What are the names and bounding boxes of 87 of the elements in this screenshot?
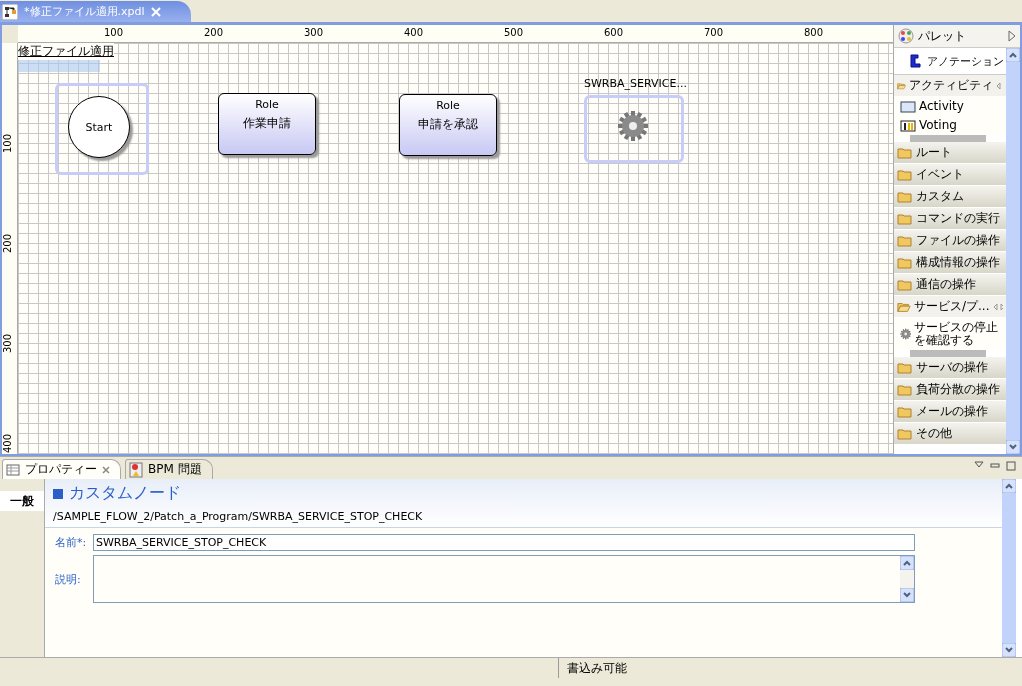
palette-drawer[interactable]: ルート: [894, 142, 1006, 164]
palette-drawer[interactable]: その他: [894, 423, 1006, 445]
role-node[interactable]: Role 申請を承認: [399, 94, 497, 156]
lane-label: 修正ファイル適用: [18, 43, 114, 60]
palette-drawer[interactable]: サービス/プ...: [894, 296, 1006, 318]
panel-tab[interactable]: BPM 問題: [125, 459, 213, 479]
folder-icon: [897, 146, 913, 159]
ruler-label: 200: [2, 233, 14, 254]
scrollbar[interactable]: [1002, 479, 1016, 657]
palette-drawer[interactable]: アクティビティ: [894, 75, 1006, 97]
folder-icon: [897, 256, 913, 269]
folder-icon: [897, 234, 913, 247]
node-name: SWRBA_SERVICE...: [584, 77, 687, 90]
folder-icon: [897, 168, 913, 181]
minimize-icon[interactable]: [990, 461, 1000, 469]
node-name: 申請を承認: [418, 116, 478, 133]
scroll-down-icon[interactable]: [900, 588, 914, 602]
palette-drawer[interactable]: 負荷分散の操作: [894, 379, 1006, 401]
panel-tab[interactable]: プロパティー: [2, 459, 121, 479]
ruler-label: 600: [604, 27, 624, 38]
palette-drawer[interactable]: 通信の操作: [894, 274, 1006, 296]
folder-icon: [897, 190, 913, 203]
folder-icon: [897, 427, 913, 440]
node-path: /SAMPLE_FLOW_2/Patch_a_Program/SWRBA_SERVICE_STOP_CHECK: [53, 510, 424, 523]
maximize-icon[interactable]: [1006, 461, 1016, 471]
role-label: Role: [255, 98, 279, 111]
diagram-canvas[interactable]: 修正ファイル適用 Start Role 作業申請 Role 申請を承認 SWRBA_SERVICE...: [18, 43, 893, 454]
ruler-corner: [2, 25, 18, 43]
folder-icon: [897, 212, 913, 225]
palette-entry[interactable]: サービスの停止を確認する: [894, 318, 1006, 350]
section-title: カスタムノード: [69, 483, 181, 504]
palette-drawer[interactable]: 構成情報の操作: [894, 252, 1006, 274]
ruler-label: 400: [404, 27, 424, 38]
palette-drawer[interactable]: コマンドの実行: [894, 208, 1006, 230]
pin-icon[interactable]: [996, 81, 1003, 90]
voting-icon: [900, 119, 916, 132]
palette-drawer[interactable]: メールの操作: [894, 401, 1006, 423]
ruler-label: 300: [2, 333, 14, 354]
square-icon: [53, 488, 63, 499]
ruler-label: 100: [2, 133, 14, 154]
scrollbar[interactable]: [1006, 48, 1020, 454]
folder-icon: [897, 405, 913, 418]
palette-title: パレット: [918, 27, 967, 45]
role-node[interactable]: Role 作業申請: [218, 93, 316, 155]
problems-icon: [129, 461, 143, 478]
collapse-icon[interactable]: [1008, 30, 1016, 42]
palette-drawer[interactable]: サーバの操作: [894, 357, 1006, 379]
scroll-up-icon[interactable]: [1002, 479, 1016, 493]
folder-icon: [897, 361, 913, 374]
node-name: 作業申請: [243, 115, 291, 132]
status-text: 書込み可能: [567, 659, 627, 677]
close-icon[interactable]: [102, 465, 110, 474]
scroll-down-icon[interactable]: [1002, 643, 1016, 657]
diagram-icon: [2, 3, 18, 20]
field-label: 名前*:: [55, 535, 88, 550]
ruler-label: 100: [104, 27, 124, 38]
palette-entry[interactable]: Activity: [894, 97, 1006, 116]
name-field[interactable]: SWRBA_SERVICE_STOP_CHECK: [93, 534, 915, 551]
start-node[interactable]: Start: [68, 96, 130, 158]
view-menu-icon[interactable]: [974, 461, 984, 469]
palette-entry[interactable]: Voting: [894, 116, 1006, 135]
palette-icon: [898, 28, 914, 44]
folder-icon: [897, 278, 913, 291]
activity-icon: [900, 100, 916, 113]
description-field[interactable]: [93, 555, 915, 603]
scroll-up-icon[interactable]: [1006, 48, 1020, 62]
ruler-label: 800: [804, 27, 824, 38]
pin-icon[interactable]: [992, 302, 1003, 311]
ruler-label: 300: [304, 27, 324, 38]
scroll-up-icon[interactable]: [900, 556, 914, 570]
ruler-label: 700: [704, 27, 724, 38]
tab-title: *修正ファイル適用.xpdl: [24, 4, 145, 19]
field-label: 説明:: [55, 571, 82, 587]
folder-icon: [897, 383, 913, 396]
palette-drawer[interactable]: ファイルの操作: [894, 230, 1006, 252]
ruler-label: 200: [204, 27, 224, 38]
role-label: Role: [436, 99, 460, 112]
folder-icon: [897, 300, 911, 313]
section-tab[interactable]: 一般: [0, 491, 44, 511]
palette-drawer[interactable]: イベント: [894, 164, 1006, 186]
scroll-down-icon[interactable]: [1006, 440, 1020, 454]
note-icon: [910, 54, 922, 68]
palette-drawer[interactable]: カスタム: [894, 186, 1006, 208]
ruler-label: 400: [2, 433, 14, 454]
gear-icon: [617, 110, 649, 142]
ruler-label: 500: [504, 27, 524, 38]
table-icon: [6, 463, 20, 476]
